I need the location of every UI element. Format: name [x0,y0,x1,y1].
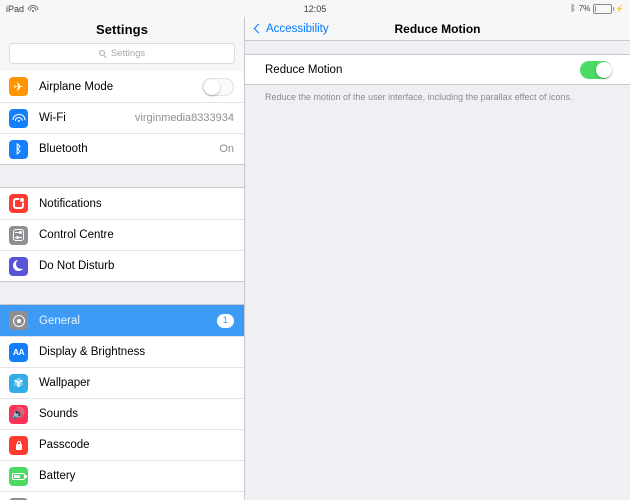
group-separator [0,164,244,188]
battery-percent: 7% [578,4,591,13]
sidebar-item-airplane-mode[interactable]: ✈ Airplane Mode [0,71,244,102]
settings-group-connectivity: ✈ Airplane Mode Wi-Fi virginmedia8333934 [0,71,244,164]
settings-list: ✈ Airplane Mode Wi-Fi virginmedia8333934 [0,71,244,500]
sidebar-item-general[interactable]: General 1 [0,305,244,336]
wifi-icon [27,5,39,12]
reduce-motion-footnote: Reduce the motion of the user interface,… [265,92,573,102]
reduce-motion-label: Reduce Motion [265,63,343,76]
detail-body: Reduce Motion Reduce the motion of the u… [245,41,630,500]
settings-group-system: General 1 AA Display & Brightness ✾ Wall [0,305,244,500]
sidebar-item-label: Wallpaper [39,377,91,389]
status-bar-left: iPad [6,4,210,14]
status-bar: iPad 12:05 ᛒ 7% ⚡ [0,0,630,17]
passcode-lock-icon [9,435,28,455]
settings-sidebar: Settings Settings ✈ Airplane Mode Wi-Fi … [0,17,245,500]
back-button-label: Accessibility [266,22,329,35]
sidebar-item-battery[interactable]: Battery [0,460,244,491]
sidebar-item-sounds[interactable]: 🔊 Sounds [0,398,244,429]
wifi-network-value: virginmedia8333934 [134,112,234,124]
sidebar-item-label: Wi-Fi [39,112,66,124]
sidebar-item-label: Passcode [39,439,90,451]
split-view: Settings Settings ✈ Airplane Mode Wi-Fi … [0,17,630,500]
reduce-motion-toggle[interactable] [580,60,612,79]
charging-plug-icon: ⚡ [615,5,624,13]
sidebar-item-label: Bluetooth [39,143,88,155]
gear-icon [9,311,28,330]
battery-settings-icon [9,466,28,486]
battery-icon [593,3,615,14]
device-name: iPad [6,3,25,14]
search-placeholder: Settings [110,48,146,59]
search-input[interactable]: Settings [9,43,235,64]
sidebar-item-label: Do Not Disturb [39,260,115,272]
sounds-icon: 🔊 [9,404,28,424]
sidebar-item-label: Display & Brightness [39,346,146,358]
search-container: Settings [0,41,244,71]
wifi-icon [9,108,28,128]
control-centre-icon [9,225,28,245]
search-icon [98,49,107,58]
detail-pane: Accessibility Reduce Motion Reduce Motio… [245,17,630,500]
notifications-icon [9,194,28,213]
settings-group-notifications: Notifications Control Centre Do Not Dist… [0,188,244,281]
sidebar-item-passcode[interactable]: Passcode [0,429,244,460]
bluetooth-state-value: On [219,143,234,155]
bluetooth-icon: ᛒ [9,139,28,159]
display-brightness-icon: AA [9,342,28,362]
sidebar-item-label: Airplane Mode [39,80,114,93]
back-button[interactable]: Accessibility [253,22,329,35]
sidebar-item-wallpaper[interactable]: ✾ Wallpaper [0,367,244,398]
sidebar-item-do-not-disturb[interactable]: Do Not Disturb [0,250,244,281]
sidebar-item-bluetooth[interactable]: ᛒ Bluetooth On [0,133,244,164]
reduce-motion-row[interactable]: Reduce Motion [245,54,630,85]
wallpaper-icon: ✾ [9,373,28,393]
airplane-icon: ✈ [9,77,28,96]
status-bar-right: ᛒ 7% ⚡ [420,3,624,14]
sidebar-item-display-brightness[interactable]: AA Display & Brightness [0,336,244,367]
detail-navbar: Accessibility Reduce Motion [245,17,630,41]
sidebar-item-label: Control Centre [39,229,114,241]
sidebar-header: Settings [0,17,244,41]
ipad-settings-screen: iPad 12:05 ᛒ 7% ⚡ Settings Settings ✈ Ai… [0,0,630,500]
page-title: Settings [95,21,149,37]
do-not-disturb-icon [9,256,28,276]
sidebar-item-privacy[interactable]: ✋ Privacy [0,491,244,500]
clock: 12:05 [303,3,327,14]
group-separator [0,281,244,305]
status-badge: 1 [217,313,234,328]
sidebar-item-wifi[interactable]: Wi-Fi virginmedia8333934 [0,102,244,133]
sidebar-item-label: Battery [39,470,76,482]
sidebar-item-label: General [39,314,80,327]
sidebar-item-label: Sounds [39,408,79,420]
status-bar-center: 12:05 [210,4,420,14]
chevron-left-icon [253,23,264,34]
bluetooth-icon: ᛒ [570,3,576,13]
airplane-mode-toggle[interactable] [202,77,234,96]
sidebar-item-label: Notifications [39,197,102,210]
sidebar-item-control-centre[interactable]: Control Centre [0,219,244,250]
sidebar-item-notifications[interactable]: Notifications [0,188,244,219]
